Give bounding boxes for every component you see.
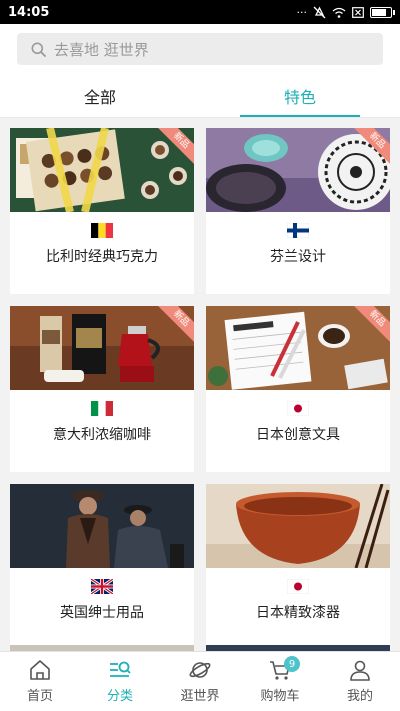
planet-icon: [189, 662, 211, 678]
nav-home[interactable]: 首页: [0, 652, 80, 711]
nav-profile[interactable]: 我的: [320, 652, 400, 711]
sim-icon: [352, 6, 364, 18]
tab-label: 全部: [83, 87, 116, 107]
card-title: 意大利浓缩咖啡: [53, 427, 151, 443]
card-image: 新品: [10, 306, 194, 390]
category-card-belgian-chocolate[interactable]: 新品 比利时经典巧克力: [10, 128, 194, 294]
category-icon: [110, 661, 131, 677]
signal-icon: ···: [296, 5, 308, 19]
finland-flag-icon: [287, 223, 309, 238]
category-card-british-gentleman[interactable]: 英国绅士用品: [10, 484, 194, 650]
card-title: 芬兰设计: [270, 249, 326, 265]
card-title: 英国绅士用品: [60, 605, 144, 621]
home-icon: [30, 660, 50, 680]
card-title: 日本精致漆器: [256, 605, 340, 621]
category-card-finnish-design[interactable]: 新品 芬兰设计: [206, 128, 390, 294]
status-icons: ···: [296, 5, 395, 19]
tab-all[interactable]: 全部: [0, 74, 200, 117]
nav-label: 逛世界: [180, 689, 220, 704]
card-title: 比利时经典巧克力: [46, 249, 158, 265]
battery-icon: [370, 6, 395, 18]
cart-count-badge: 9: [284, 656, 300, 672]
category-card-italian-espresso[interactable]: 新品 意大利浓缩咖啡: [10, 306, 194, 472]
user-icon: [350, 660, 370, 681]
italy-flag-icon: [91, 401, 113, 416]
header: 去喜地 逛世界 全部 特色: [0, 24, 400, 118]
nav-label: 分类: [106, 689, 133, 704]
category-card-japanese-stationery[interactable]: 新品 日本创意文具: [206, 306, 390, 472]
nav-label: 我的: [346, 689, 373, 704]
belgium-flag-icon: [91, 223, 113, 238]
card-image: [206, 484, 390, 568]
search-icon: [31, 42, 46, 57]
nav-explore-world[interactable]: 逛世界: [160, 652, 240, 711]
card-image: 新品: [10, 128, 194, 212]
category-grid: 新品 比利时经典巧克力 新品 芬兰设计 新品 意大利浓缩咖啡 新品 日本创意文具…: [10, 128, 390, 650]
status-time: 14:05: [8, 4, 50, 20]
uk-flag-icon: [91, 579, 113, 594]
search-placeholder: 去喜地 逛世界: [54, 40, 149, 59]
status-bar: 14:05 ···: [0, 0, 400, 24]
tab-bar: 全部 特色: [0, 74, 400, 118]
tab-featured[interactable]: 特色: [200, 74, 400, 117]
nav-category[interactable]: 分类: [80, 652, 160, 711]
card-title: 日本创意文具: [256, 427, 340, 443]
nav-label: 首页: [26, 689, 53, 704]
category-card-japanese-lacquerware[interactable]: 日本精致漆器: [206, 484, 390, 650]
card-image: [10, 484, 194, 568]
mute-icon: [313, 6, 326, 18]
tab-label: 特色: [283, 87, 316, 107]
bottom-nav: 首页 分类 逛世界 购物车 9 我的: [0, 651, 400, 711]
nav-cart[interactable]: 购物车 9: [240, 652, 320, 711]
japan-flag-icon: [287, 401, 309, 416]
card-image: 新品: [206, 306, 390, 390]
search-input[interactable]: 去喜地 逛世界: [17, 33, 383, 65]
card-image: 新品: [206, 128, 390, 212]
wifi-icon: [332, 7, 346, 18]
japan-flag-icon: [287, 579, 309, 594]
nav-label: 购物车: [260, 689, 300, 704]
